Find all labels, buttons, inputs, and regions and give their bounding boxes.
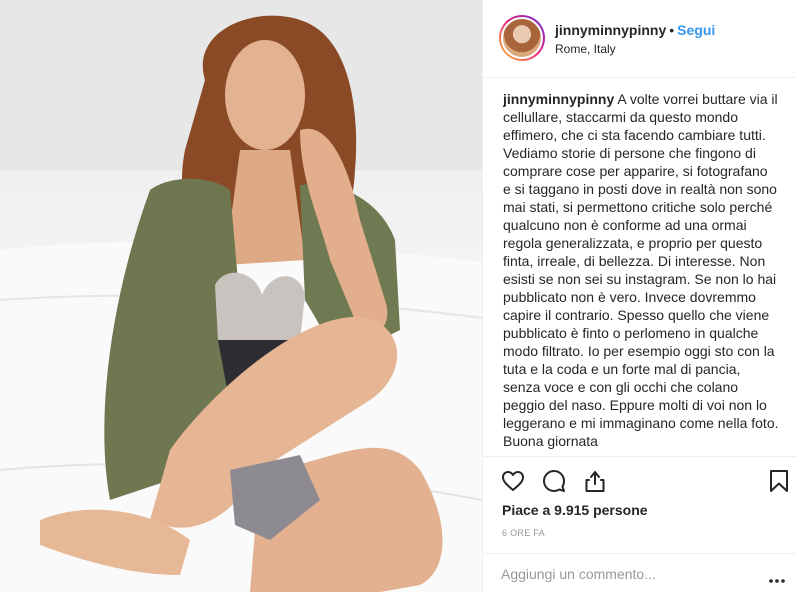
post-header: jinnyminnypinny • Segui Rome, Italy — [483, 0, 796, 78]
more-options-icon[interactable] — [769, 571, 785, 589]
post-photo[interactable] — [0, 0, 482, 592]
comment-row — [483, 553, 796, 592]
comment-icon[interactable] — [542, 469, 566, 493]
actions-bar: Piace a 9.915 persone 6 ORE FA — [483, 456, 796, 592]
share-icon[interactable] — [583, 469, 607, 493]
comment-input[interactable] — [501, 563, 741, 585]
heart-icon[interactable] — [501, 469, 525, 493]
caption: jinnyminnypinny A volte vorrei buttare v… — [503, 90, 779, 456]
likes-count[interactable]: Piace a 9.915 persone — [502, 502, 648, 518]
follow-button[interactable]: Segui — [677, 22, 715, 38]
separator-dot: • — [669, 22, 675, 38]
bookmark-icon[interactable] — [769, 469, 789, 493]
photo-image — [0, 0, 482, 592]
caption-text: A volte vorrei buttare via il cellullare… — [503, 91, 779, 449]
avatar-image — [501, 17, 543, 59]
user-line: jinnyminnypinny • Segui — [555, 22, 715, 38]
location-link[interactable]: Rome, Italy — [555, 42, 616, 56]
avatar[interactable] — [499, 15, 545, 61]
username-link[interactable]: jinnyminnypinny — [555, 22, 666, 38]
caption-username[interactable]: jinnyminnypinny — [503, 91, 614, 107]
post-side-panel: jinnyminnypinny • Segui Rome, Italy jinnym… — [482, 0, 796, 592]
post-timestamp[interactable]: 6 ORE FA — [502, 528, 545, 538]
